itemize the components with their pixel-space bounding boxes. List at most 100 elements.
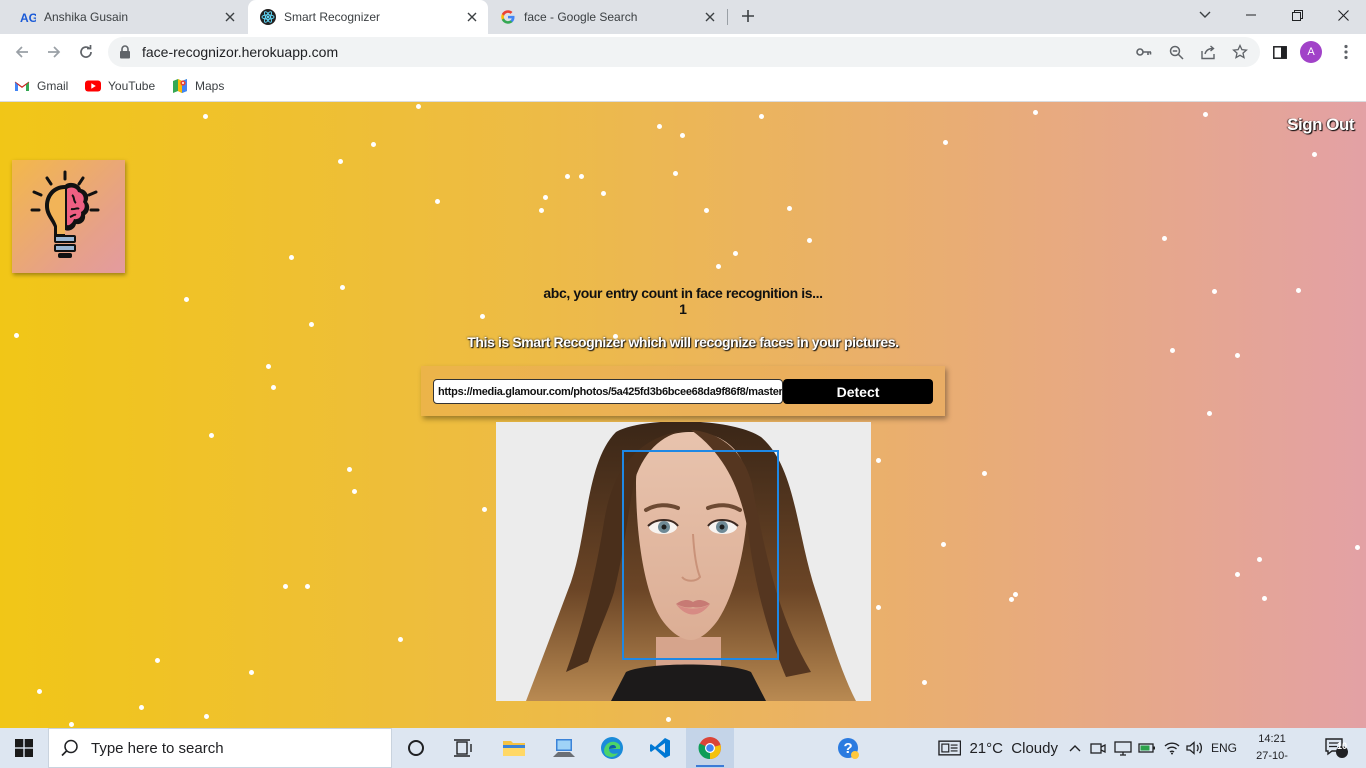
side-panel-button[interactable] [1266,38,1294,66]
new-tab-button[interactable] [734,2,762,30]
particle [539,208,544,213]
back-button[interactable] [8,38,36,66]
task-view-icon [454,739,472,757]
restore-button[interactable] [1274,0,1320,30]
volume-button[interactable] [1184,728,1206,768]
windows-icon [15,739,33,757]
system-clock[interactable]: 14:21 27-10-2022 [1244,731,1300,768]
chrome-button[interactable] [686,728,734,768]
particle [371,142,376,147]
display-button[interactable] [1112,728,1134,768]
start-button[interactable] [0,728,48,768]
tray-expand-button[interactable] [1066,728,1084,768]
camera-icon [1090,743,1106,754]
bookmark-label: Gmail [37,79,69,93]
profile-avatar[interactable]: A [1300,41,1322,63]
close-icon[interactable] [702,9,718,25]
gmail-icon [14,78,30,94]
forward-button[interactable] [40,38,68,66]
particle [1312,152,1317,157]
face-bounding-box [622,450,779,660]
help-icon: ? [838,738,859,759]
particle [543,195,548,200]
particle [1355,545,1360,550]
particle [579,174,584,179]
tab-search-button[interactable] [1182,0,1228,30]
lock-icon[interactable] [118,45,132,59]
bookmark-label: Maps [195,79,225,93]
particle [876,458,881,463]
input-image [496,422,871,701]
react-icon [260,9,276,25]
minimize-button[interactable] [1228,0,1274,30]
particle [289,255,294,260]
address-bar[interactable]: face-recognizor.herokuapp.com [108,37,1260,67]
bookmark-youtube[interactable]: YouTube [85,76,155,96]
taskbar-search[interactable]: Type here to search [48,728,392,768]
share-icon[interactable] [1200,44,1216,60]
bookmarks-bar: Gmail YouTube Maps [0,70,1366,102]
particle [876,605,881,610]
language-indicator[interactable]: ENG [1208,728,1240,768]
particle [565,174,570,179]
particle [283,584,288,589]
image-link-form: https://media.glamour.com/photos/5a425fd… [421,366,945,416]
sign-out-link[interactable]: Sign Out [1287,115,1354,135]
bookmark-star-icon[interactable] [1232,44,1248,60]
particle [601,191,606,196]
detect-button[interactable]: Detect [783,379,933,404]
battery-button[interactable] [1136,728,1158,768]
particle [716,264,721,269]
particle [305,584,310,589]
key-icon[interactable] [1136,44,1152,60]
windows-taskbar: Type here to search ? 21°C Cloudy ENG 14… [0,728,1366,768]
screen: AG Anshika Gusain Smart Recognizer face … [0,0,1366,768]
meet-now-button[interactable] [1088,728,1108,768]
particle [941,542,946,547]
particle [398,637,403,642]
particle [435,199,440,204]
help-button[interactable]: ? [824,728,872,768]
speaker-icon [1186,741,1203,755]
close-window-button[interactable] [1320,0,1366,30]
particle [416,104,421,109]
particle [37,689,42,694]
menu-icon[interactable] [1332,38,1360,66]
clock-date: 27-10-2022 [1256,750,1288,768]
particle [347,467,352,472]
file-explorer-button[interactable] [490,728,538,768]
bookmark-maps[interactable]: Maps [172,76,224,96]
tab-smart-recognizer[interactable]: Smart Recognizer [248,0,488,34]
zoom-icon[interactable] [1168,44,1184,60]
google-icon [500,9,516,25]
remote-desktop-button[interactable] [540,728,588,768]
particle [657,124,662,129]
wifi-button[interactable] [1160,728,1184,768]
particle [680,133,685,138]
image-url-input[interactable]: https://media.glamour.com/photos/5a425fd… [433,379,783,404]
app-page: Sign Out abc, your entry count in face r… [0,102,1366,728]
folder-icon [503,741,525,756]
close-icon[interactable] [464,9,480,25]
bookmark-gmail[interactable]: Gmail [14,76,68,96]
edge-button[interactable] [588,728,636,768]
tab-anshika-gusain[interactable]: AG Anshika Gusain [8,0,246,34]
app-tagline: This is Smart Recognizer which will reco… [467,334,899,350]
weather-widget[interactable]: 21°C Cloudy [938,728,1058,768]
maps-icon [172,78,188,94]
particle [673,171,678,176]
vscode-icon [650,738,670,758]
vscode-button[interactable] [636,728,684,768]
tab-separator [727,9,728,25]
tab-google-search[interactable]: face - Google Search [488,0,726,34]
tab-title: face - Google Search [524,10,638,24]
close-icon[interactable] [222,9,238,25]
reload-button[interactable] [72,38,100,66]
brain-lightbulb-icon [30,170,99,258]
particle [203,114,208,119]
notification-center-button[interactable]: 10 [1316,728,1356,768]
cortana-button[interactable] [392,728,440,768]
task-view-button[interactable] [440,728,488,768]
browser-toolbar: face-recognizor.herokuapp.com A [0,34,1366,70]
notification-count: 10 [1336,741,1347,751]
